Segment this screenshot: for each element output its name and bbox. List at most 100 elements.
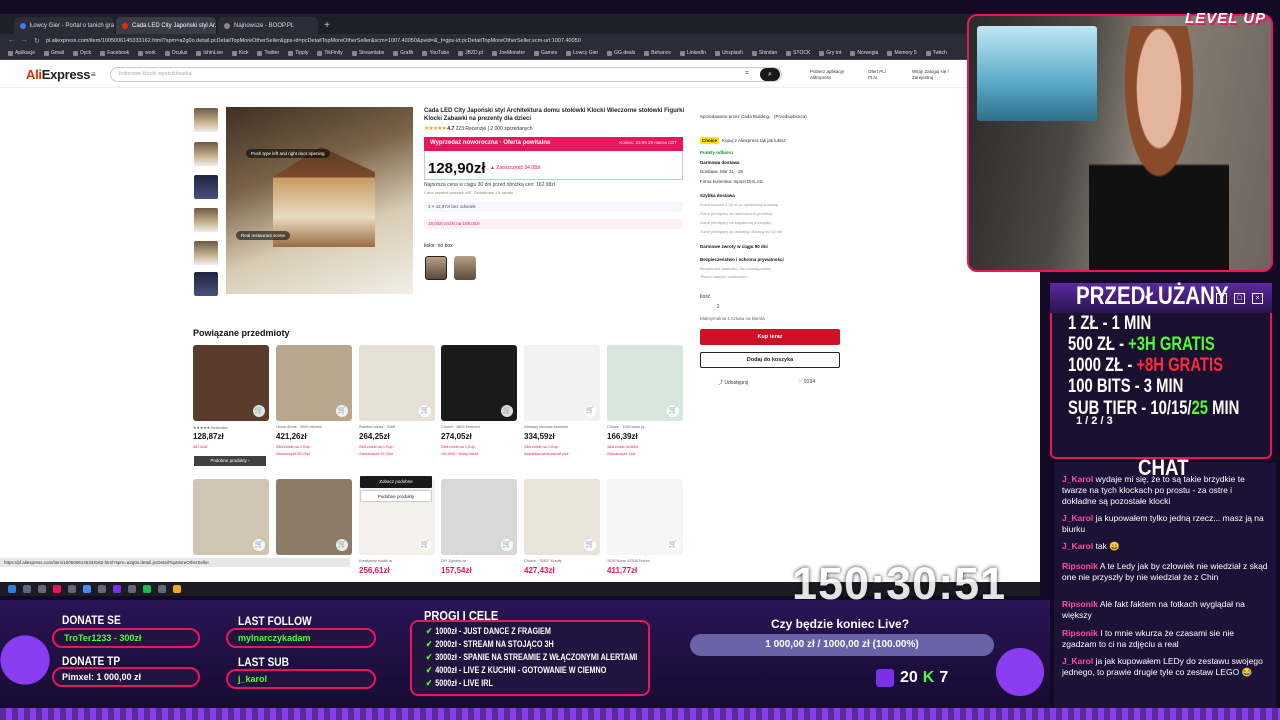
installments-row[interactable]: 3 × 42,97zł bez odsetek [424,202,683,212]
variant-option[interactable] [425,256,447,280]
bookmark-item[interactable]: Twitch [925,50,947,56]
free-returns[interactable]: Darmowe zwroty w ciągu 90 dni [700,244,768,249]
bookmark-item[interactable]: GG.deals [607,50,635,56]
product-card[interactable]: 🛒 [524,345,600,421]
bookmark-item[interactable]: Grafik [393,50,413,56]
chat-username[interactable]: Ripsonik [1062,628,1098,638]
taskbar-app-icon[interactable] [68,585,76,593]
pickup-points[interactable]: Punkty odbioru [700,150,733,155]
product-card[interactable]: 🛒 [441,479,517,555]
taskbar-app-icon[interactable] [38,585,46,593]
reload-icon[interactable]: ↻ [34,37,40,45]
cart-icon[interactable]: 🛒 [419,539,431,551]
product-thumbnail[interactable] [194,108,218,132]
taskbar-app-icon[interactable] [128,585,136,593]
bookmark-item[interactable]: Streamlabs [351,50,384,56]
wishlist-button[interactable]: ♡ 9134 [798,379,815,385]
taskbar-app-icon[interactable] [173,585,181,593]
bookmark-item[interactable]: JBZD.pl [458,50,483,56]
choice-row[interactable]: Choice Kupuj z Aliexpress tak jak lubisz [700,137,786,144]
bookmark-item[interactable]: Memory 5 [887,50,917,56]
back-icon[interactable]: ← [8,37,15,44]
cart-icon[interactable]: 🛒 [667,539,679,551]
bookmark-item[interactable]: STOCK [786,50,810,56]
product-card[interactable]: 🛒 [276,345,352,421]
bookmark-item[interactable]: Twitter [257,50,279,56]
product-card[interactable]: 🛒 [441,345,517,421]
product-thumbnail[interactable] [194,241,218,265]
add-to-cart-button[interactable]: Dodaj do koszyka [700,352,840,368]
cart-icon[interactable]: 🛒 [584,539,596,551]
product-thumbnail[interactable] [194,272,218,296]
taskbar-app-icon[interactable] [143,585,151,593]
forward-icon[interactable]: → [21,37,28,44]
fast-delivery[interactable]: Szybka dostawa [700,193,735,198]
bookmark-item[interactable]: Łowcy Gier [566,50,598,56]
product-thumbnail[interactable] [194,175,218,199]
cart-icon[interactable]: 🛒 [253,405,265,417]
product-thumbnail[interactable] [194,208,218,232]
bookmark-item[interactable]: work [138,50,156,56]
similar-products-button[interactable]: Podobne produkty › [194,456,266,466]
cart-icon[interactable]: 🛒 [419,405,431,417]
similar-products-link[interactable]: Podobne produkty [360,490,432,502]
bookmark-item[interactable]: Gry tnt [819,50,841,56]
bookmark-item[interactable]: TikFinity [317,50,343,56]
cart-icon[interactable]: 🛒 [667,405,679,417]
taskbar-app-icon[interactable] [83,585,91,593]
browser-tab[interactable]: Łowcy Gier - Portal o tanich grach [14,17,114,34]
account-link[interactable]: Witaj! Zaloguj się / Zarejestruj [912,69,968,81]
chat-username[interactable]: J_Karol [1062,541,1093,551]
address-bar[interactable]: ← → ↻ pl.aliexpress.com/item/10050061453… [0,34,1040,47]
bookmark-item[interactable]: Games [534,50,557,56]
product-card[interactable]: 🛒 [607,479,683,555]
product-card[interactable]: 🛒 [193,345,269,421]
cart-icon[interactable]: 🛒 [501,539,513,551]
security-privacy[interactable]: Bezpieczeństwo i ochrona prywatności [700,257,784,262]
taskbar-app-icon[interactable] [23,585,31,593]
bookmark-item[interactable]: IshinLive [196,50,223,56]
download-app[interactable]: Pobierz aplikację AliExpress [810,69,850,81]
menu-icon[interactable]: ≡ [91,70,96,79]
taskbar-app-icon[interactable] [53,585,61,593]
search-input[interactable]: kolorowe klocki wyszukiwarka [110,67,782,82]
cart-icon[interactable]: 🛒 [584,405,596,417]
see-similar-button[interactable]: Zobacz podobne [360,476,432,488]
bookmark-item[interactable]: Unsplash [714,50,743,56]
chat-username[interactable]: J_Karol [1062,474,1093,484]
bookmark-item[interactable]: Facebook [100,50,129,56]
product-card[interactable]: 🛒 [524,479,600,555]
new-tab-button[interactable]: + [320,17,334,34]
aliexpress-logo[interactable]: AliExpress [26,67,91,82]
bookmark-item[interactable]: Tipply [288,50,308,56]
reviews-link[interactable]: 223 Recenzje | 2 000 sprzedanych [456,126,533,132]
bookmark-item[interactable]: YouTube [422,50,449,56]
cart-icon[interactable]: 🛒 [253,539,265,551]
bookmark-item[interactable]: Norwegia [850,50,878,56]
bookmark-item[interactable]: Aplikacje [8,50,35,56]
browser-tab[interactable]: Najnowsze - BOOP.PL [218,17,318,34]
chat-username[interactable]: Ripsonik [1062,561,1098,571]
windows-icon[interactable] [8,585,16,593]
cart-icon[interactable]: 🛒 [501,405,513,417]
search-button[interactable]: ⌕ [760,68,780,81]
taskbar-app-icon[interactable] [98,585,106,593]
bookmark-item[interactable]: LinkedIn [680,50,706,56]
product-main-image[interactable]: Push type left and right door opening Re… [226,107,413,294]
product-card[interactable]: 🛒 [193,479,269,555]
bookmark-item[interactable]: Dyck [73,50,91,56]
ship-to[interactable]: Ofert PL/ PLN [868,69,892,81]
bookmark-item[interactable]: Shindan [751,50,777,56]
chat-username[interactable]: Ripsonik [1062,599,1098,609]
quantity-stepper[interactable]: 1 [700,304,736,313]
share-button[interactable]: ⤴ Udostępnij [718,379,748,386]
coupon-row[interactable]: 18,00zł zniżki na 108,00zł [424,219,683,229]
seller-info[interactable]: Sprzedawane przez Cada Building... (Prze… [700,114,807,119]
taskbar-app-icon[interactable] [158,585,166,593]
product-thumbnail[interactable] [194,142,218,166]
camera-search-icon[interactable]: ⌗ [745,70,749,78]
chat-username[interactable]: J_Karol [1062,513,1093,523]
buy-now-button[interactable]: Kup teraz [700,329,840,345]
bookmark-item[interactable]: Kick [232,50,248,56]
bookmark-item[interactable]: JoeMonster [491,50,525,56]
